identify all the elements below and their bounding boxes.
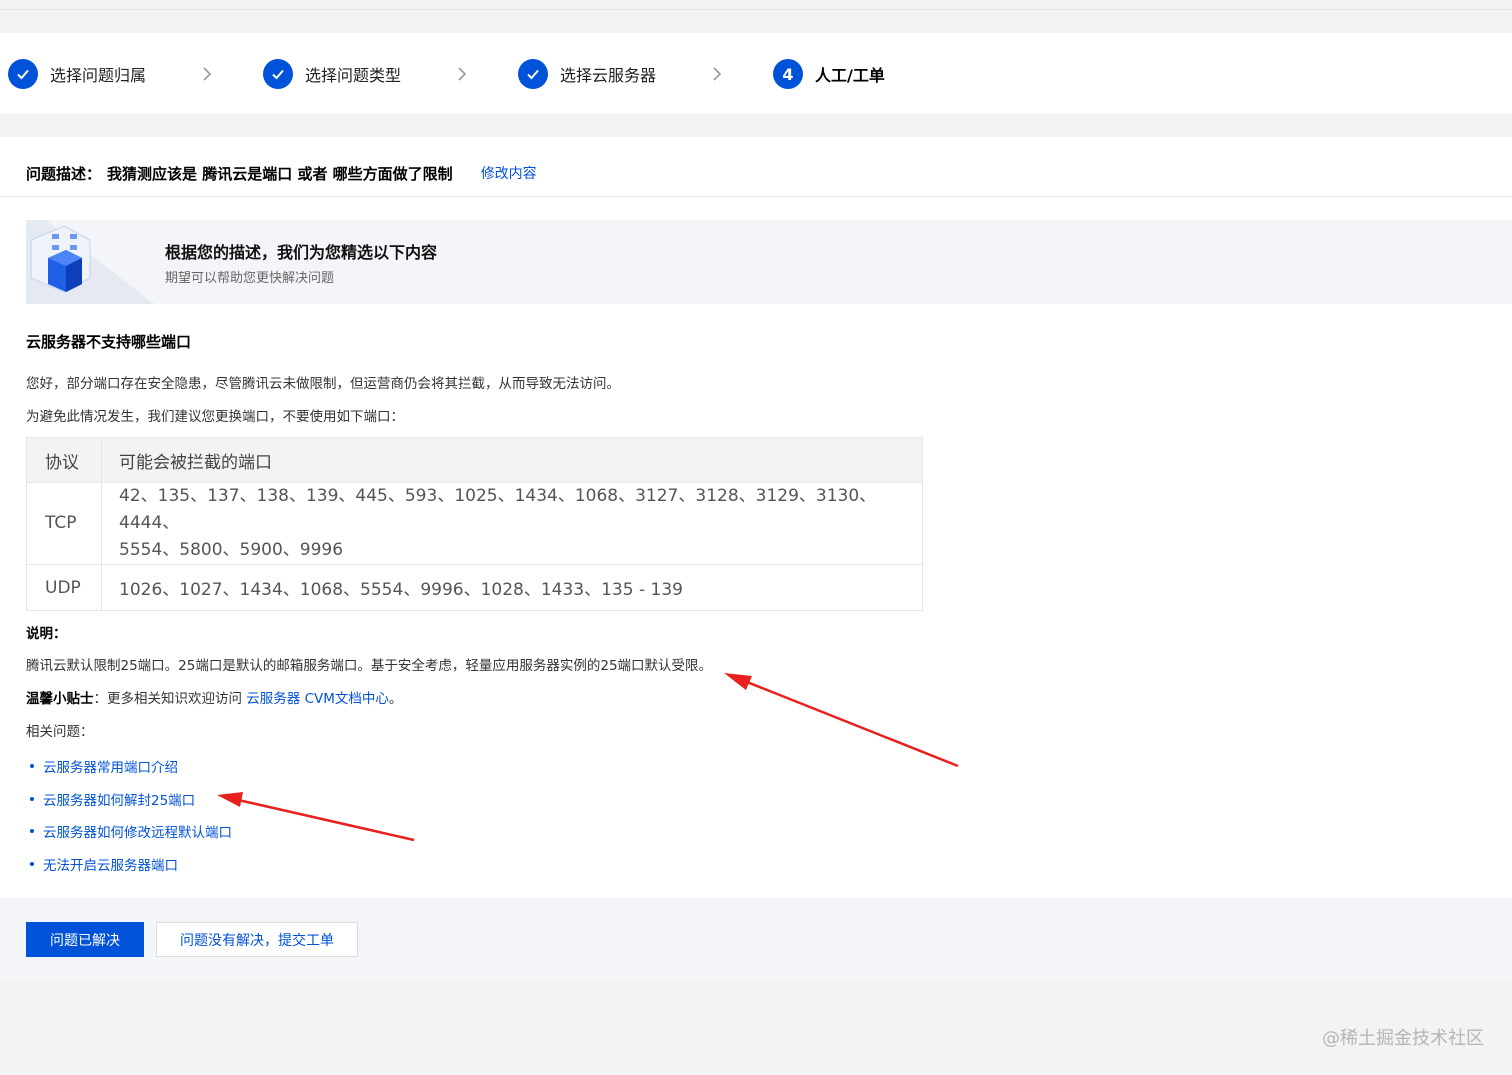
protocol-cell: TCP (26, 482, 102, 565)
ports-line: 42、135、137、138、139、445、593、1025、1434、106… (119, 486, 877, 533)
related-link-label: 云服务器如何解封25端口 (43, 792, 196, 809)
main-panel: 问题描述： 我猜测应该是 腾讯云是端口 或者 哪些方面做了限制 修改内容 根据您… (0, 137, 1512, 980)
check-icon (8, 59, 38, 89)
related-label: 相关问题： (26, 724, 94, 740)
step-4: 4 人工/工单 (773, 59, 885, 89)
article-title: 云服务器不支持哪些端口 (26, 333, 192, 351)
action-bar: 问题已解决 问题没有解决，提交工单 (0, 898, 1512, 980)
step-4-label: 人工/工单 (815, 66, 885, 85)
step-progress: 选择问题归属 选择问题类型 选择云服务器 4 人工/工单 (0, 33, 1512, 114)
table-row: UDP 1026、1027、1434、1068、5554、9996、1028、1… (26, 564, 923, 611)
bullet-icon (30, 796, 34, 801)
article-advice: 为避免此情况发生，我们建议您更换端口，不要使用如下端口： (26, 409, 404, 425)
submit-ticket-button[interactable]: 问题没有解决，提交工单 (156, 922, 358, 957)
chevron-right-icon (451, 62, 473, 86)
table-header-protocol: 协议 (26, 437, 102, 483)
bullet-icon (30, 764, 34, 769)
table-row: TCP 42、135、137、138、139、445、593、1025、1434… (26, 482, 923, 565)
cube-illustration-icon (26, 220, 154, 304)
bullet-icon (30, 829, 34, 834)
banner-subtitle: 期望可以帮助您更快解决问题 (165, 271, 335, 286)
description-text: 我猜测应该是 腾讯云是端口 或者 哪些方面做了限制 (107, 164, 453, 183)
ports-cell: 42、135、137、138、139、445、593、1025、1434、106… (101, 482, 923, 565)
divider (0, 196, 1512, 197)
tip-label: 温馨小贴士 (26, 691, 94, 707)
step-2: 选择问题类型 (263, 59, 401, 89)
table-header-ports: 可能会被拦截的端口 (101, 437, 923, 483)
protocol-cell: UDP (26, 564, 102, 611)
banner-title: 根据您的描述，我们为您精选以下内容 (165, 243, 438, 262)
related-link-cannot-open-port[interactable]: 无法开启云服务器端口 (30, 848, 232, 881)
related-link-change-remote-port[interactable]: 云服务器如何修改远程默认端口 (30, 815, 232, 848)
step-3-label: 选择云服务器 (560, 66, 657, 85)
article-intro: 您好，部分端口存在安全隐患，尽管腾讯云未做限制，但运营商仍会将其拦截，从而导致无… (26, 376, 620, 392)
tip-line: 温馨小贴士：更多相关知识欢迎访问 云服务器 CVM文档中心。 (26, 687, 402, 707)
related-link-label: 云服务器常用端口介绍 (43, 760, 178, 777)
description-label: 问题描述： (26, 164, 102, 183)
edit-content-link[interactable]: 修改内容 (481, 163, 537, 183)
step-3: 选择云服务器 (518, 59, 656, 89)
related-questions-list: 云服务器常用端口介绍 云服务器如何解封25端口 云服务器如何修改远程默认端口 无… (30, 750, 232, 880)
check-icon (263, 59, 293, 89)
tip-text: ：更多相关知识欢迎访问 (93, 691, 243, 707)
tip-end: 。 (388, 691, 403, 707)
note-label: 说明： (26, 626, 67, 642)
watermark: @稀土掘金技术社区 (1322, 1028, 1484, 1049)
ports-cell: 1026、1027、1434、1068、5554、9996、1028、1433、… (101, 564, 923, 611)
recommend-banner: 根据您的描述，我们为您精选以下内容 期望可以帮助您更快解决问题 (26, 220, 1512, 304)
problem-description: 问题描述： 我猜测应该是 腾讯云是端口 或者 哪些方面做了限制 修改内容 (26, 162, 537, 184)
top-strip (0, 0, 1512, 10)
blocked-ports-table: 协议 可能会被拦截的端口 TCP 42、135、137、138、139、445、… (26, 437, 923, 611)
step-number: 4 (773, 59, 803, 89)
resolved-button[interactable]: 问题已解决 (26, 922, 144, 957)
related-link-unblock-25[interactable]: 云服务器如何解封25端口 (30, 783, 232, 816)
related-link-common-ports[interactable]: 云服务器常用端口介绍 (30, 750, 232, 783)
step-2-label: 选择问题类型 (305, 66, 402, 85)
step-1-label: 选择问题归属 (50, 66, 147, 85)
bullet-icon (30, 861, 34, 866)
cvm-docs-link[interactable]: 云服务器 CVM文档中心 (246, 691, 389, 707)
related-link-label: 云服务器如何修改远程默认端口 (43, 825, 232, 842)
step-1: 选择问题归属 (8, 59, 146, 89)
chevron-right-icon (196, 62, 218, 86)
chevron-right-icon (706, 62, 728, 86)
ports-line: 5554、5800、5900、9996 (119, 540, 344, 560)
note-text: 腾讯云默认限制25端口。25端口是默认的邮箱服务端口。基于安全考虑，轻量应用服务… (26, 658, 713, 674)
check-icon (518, 59, 548, 89)
related-link-label: 无法开启云服务器端口 (43, 857, 178, 874)
